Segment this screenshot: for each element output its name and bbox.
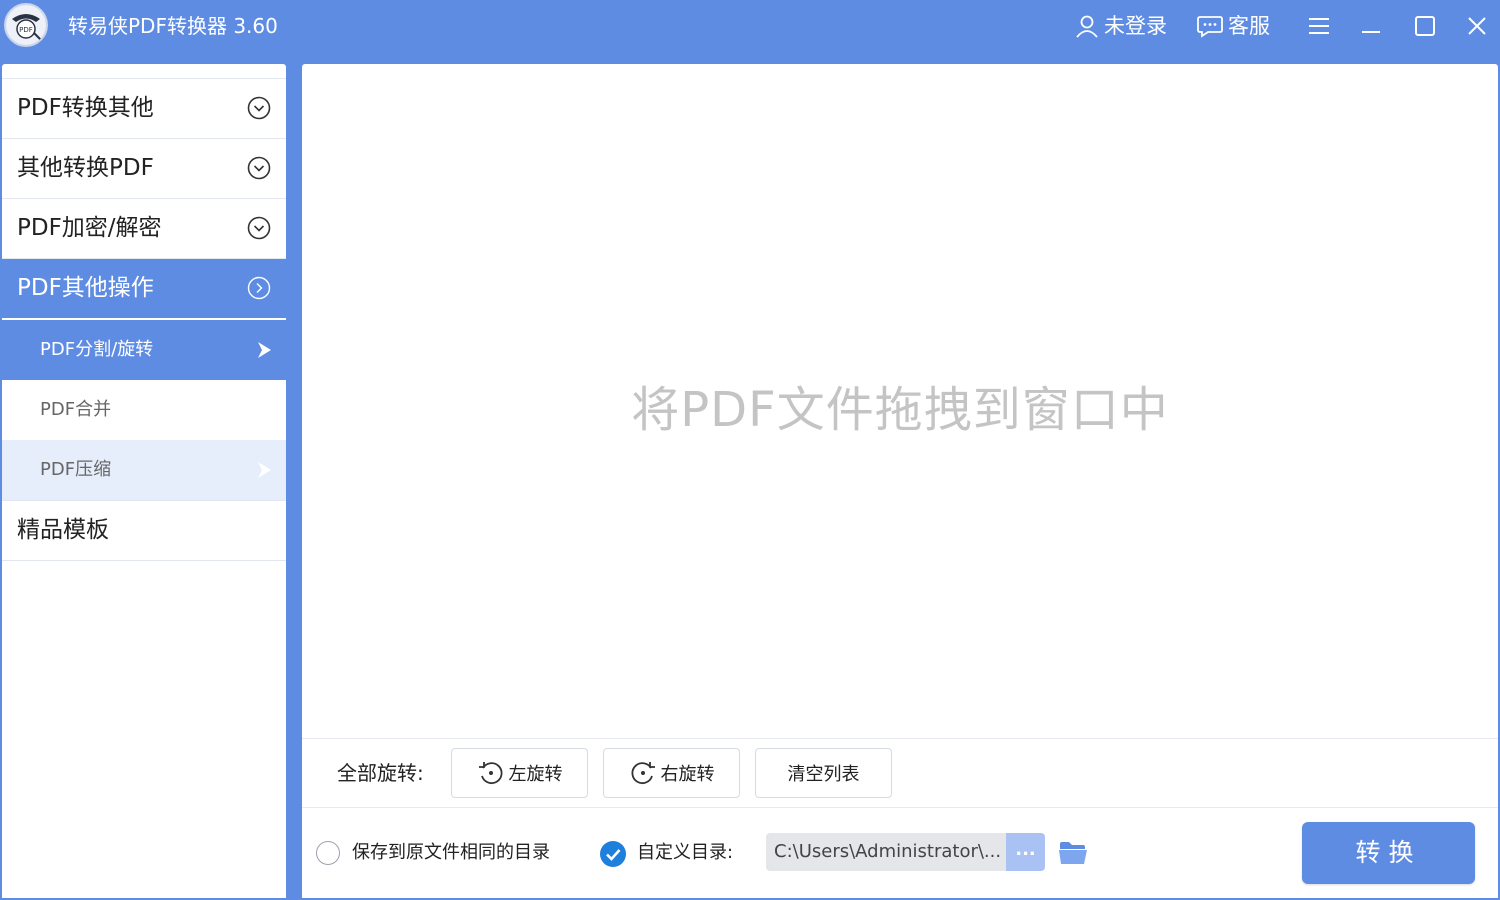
menu-pdf-other-ops[interactable]: PDF其他操作	[2, 259, 286, 320]
chevron-right-icon	[247, 276, 271, 300]
rotate-right-icon	[629, 759, 657, 787]
output-settings: 保存到原文件相同的目录 自定义目录: C:\Users\Administrato…	[302, 807, 1498, 898]
chevron-down-icon	[247, 216, 271, 240]
maximize-icon[interactable]	[1413, 14, 1437, 38]
custom-dir-label[interactable]: 自定义目录:	[637, 839, 733, 867]
login-label: 未登录	[1104, 12, 1167, 40]
close-icon[interactable]	[1465, 14, 1489, 38]
rotate-left-label: 左旋转	[509, 760, 563, 786]
svg-text:PDF: PDF	[19, 26, 33, 34]
rotate-right-label: 右旋转	[661, 760, 715, 786]
sub-item-label: PDF压缩	[40, 440, 111, 500]
sub-item-label: PDF分割/旋转	[40, 320, 153, 380]
user-icon	[1074, 13, 1100, 39]
menu-label: PDF转换其他	[17, 79, 154, 138]
rotate-left-icon	[477, 759, 505, 787]
same-dir-radio[interactable]	[316, 841, 340, 865]
minimize-icon[interactable]	[1359, 14, 1383, 38]
main-panel: 将PDF文件拖拽到窗口中 全部旋转: 左旋转 右旋转 清空列表 保存到原文件相同…	[302, 64, 1498, 898]
convert-button[interactable]: 转换	[1302, 822, 1475, 884]
menu-templates[interactable]: 精品模板	[2, 500, 286, 561]
same-dir-label[interactable]: 保存到原文件相同的目录	[352, 839, 550, 867]
browse-button[interactable]: ...	[1006, 833, 1045, 871]
sub-item-label: PDF合并	[40, 380, 111, 440]
rotate-all-label: 全部旋转:	[337, 759, 424, 787]
service-button[interactable]: 客服	[1196, 12, 1270, 40]
drop-zone-hint[interactable]: 将PDF文件拖拽到窗口中	[302, 370, 1498, 440]
sidebar-top-divider	[2, 64, 286, 79]
menu-icon[interactable]	[1307, 14, 1331, 38]
chevron-down-icon	[247, 96, 271, 120]
menu-label: 精品模板	[17, 501, 109, 560]
menu-other-to-pdf[interactable]: 其他转换PDF	[2, 139, 286, 199]
rotate-toolbar: 全部旋转: 左旋转 右旋转 清空列表	[302, 738, 1498, 808]
menu-pdf-encrypt[interactable]: PDF加密/解密	[2, 199, 286, 259]
sub-item-compress[interactable]: PDF压缩	[2, 440, 286, 500]
output-path-field[interactable]: C:\Users\Administrator\...	[766, 833, 1006, 871]
menu-label: PDF其他操作	[17, 259, 154, 318]
arrow-right-icon	[256, 461, 272, 479]
sub-item-split-rotate[interactable]: PDF分割/旋转	[2, 320, 286, 380]
menu-label: PDF加密/解密	[17, 199, 162, 258]
arrow-right-icon	[256, 341, 272, 359]
custom-dir-checkbox[interactable]	[600, 841, 626, 867]
rotate-right-button[interactable]: 右旋转	[603, 748, 740, 798]
service-label: 客服	[1228, 12, 1270, 40]
menu-label: 其他转换PDF	[17, 139, 154, 198]
chat-icon	[1196, 13, 1224, 39]
check-icon	[600, 841, 626, 867]
login-button[interactable]: 未登录	[1074, 12, 1167, 40]
chevron-down-icon	[247, 156, 271, 180]
clear-list-label: 清空列表	[788, 760, 860, 786]
clear-list-button[interactable]: 清空列表	[755, 748, 892, 798]
menu-pdf-to-other[interactable]: PDF转换其他	[2, 79, 286, 139]
open-folder-icon[interactable]	[1058, 840, 1088, 866]
app-logo: PDF	[4, 3, 48, 47]
sub-item-merge[interactable]: PDF合并	[2, 380, 286, 440]
title-bar: PDF 转易侠PDF转换器 3.60 未登录 客服	[0, 0, 1500, 64]
rotate-left-button[interactable]: 左旋转	[451, 748, 588, 798]
app-title: 转易侠PDF转换器 3.60	[68, 13, 278, 39]
sidebar: PDF转换其他 其他转换PDF PDF加密/解密 PDF其他操作 PDF分割/旋…	[2, 64, 286, 898]
